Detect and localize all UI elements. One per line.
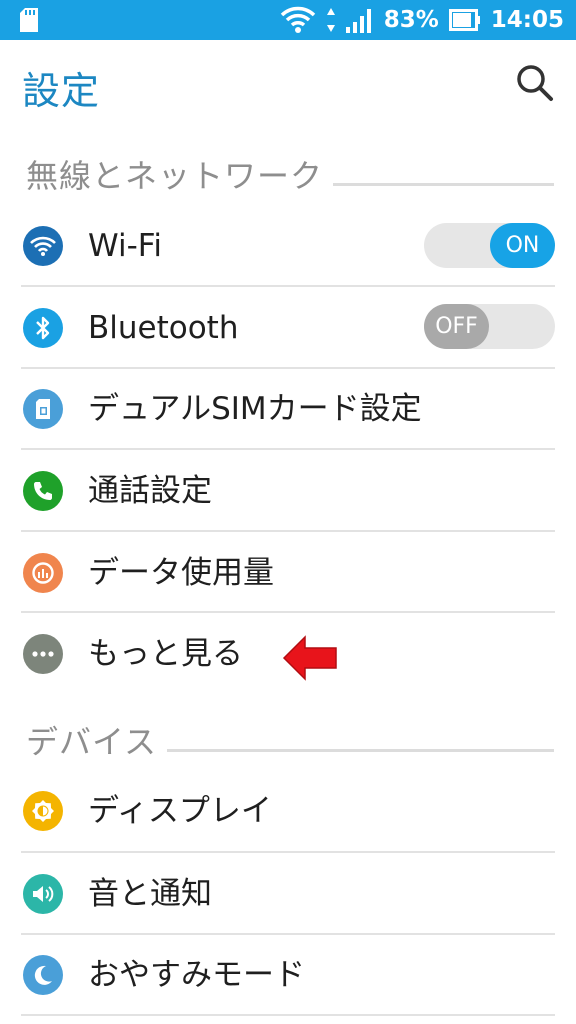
status-bar: 83% 14:05	[0, 0, 576, 40]
settings-item-call[interactable]: 通話設定	[0, 450, 576, 532]
settings-item-data-usage[interactable]: データ使用量	[0, 532, 576, 614]
sd-card-icon	[20, 8, 38, 36]
section-title: 無線とネットワーク	[26, 157, 324, 195]
settings-item-dual-sim[interactable]: デュアルSIMカード設定	[0, 368, 576, 450]
data-arrows-icon	[326, 7, 336, 33]
moon-icon	[23, 955, 63, 995]
search-button[interactable]	[514, 62, 558, 106]
battery-percent: 83%	[383, 7, 439, 33]
settings-item-label: ディスプレイ	[88, 793, 272, 829]
toggle-knob: OFF	[424, 304, 489, 349]
signal-icon	[345, 7, 374, 33]
bluetooth-toggle[interactable]: OFF	[424, 304, 555, 349]
settings-item-label: おやすみモード	[88, 957, 305, 993]
section-header-wireless: 無線とネットワーク	[26, 154, 554, 195]
red-arrow-icon	[282, 634, 338, 686]
toggle-knob: ON	[490, 223, 555, 268]
settings-item-display[interactable]: ディスプレイ	[0, 770, 576, 852]
wifi-icon	[23, 226, 63, 266]
settings-item-label: 音と通知	[88, 876, 212, 912]
settings-item-label: Wi-Fi	[88, 228, 162, 264]
settings-item-label: データ使用量	[88, 555, 274, 591]
section-header-device: デバイス	[26, 720, 554, 761]
brightness-icon	[23, 791, 63, 831]
settings-item-do-not-disturb[interactable]: おやすみモード	[0, 934, 576, 1016]
clock: 14:05	[490, 7, 564, 33]
page-title: 設定	[22, 69, 101, 113]
sim-card-icon	[23, 389, 63, 429]
settings-item-sound[interactable]: 音と通知	[0, 853, 576, 935]
search-icon	[517, 65, 553, 101]
bluetooth-icon	[23, 308, 63, 348]
divider	[21, 1014, 555, 1016]
settings-item-label: デュアルSIMカード設定	[88, 391, 422, 427]
phone-icon	[23, 471, 63, 511]
section-title: デバイス	[26, 723, 158, 761]
more-icon	[23, 634, 63, 674]
app-bar: 設定	[0, 40, 576, 132]
settings-item-label: Bluetooth	[88, 310, 239, 346]
section-divider	[167, 748, 554, 752]
section-divider	[333, 182, 554, 186]
battery-icon	[448, 9, 481, 31]
settings-item-label: もっと見る	[88, 636, 243, 672]
wifi-icon	[280, 6, 316, 34]
volume-icon	[23, 874, 63, 914]
wifi-toggle[interactable]: ON	[424, 223, 555, 268]
settings-item-wifi[interactable]: Wi-Fi ON	[0, 205, 576, 287]
settings-item-label: 通話設定	[88, 473, 212, 509]
settings-item-bluetooth[interactable]: Bluetooth OFF	[0, 287, 576, 369]
data-usage-icon	[23, 553, 63, 593]
